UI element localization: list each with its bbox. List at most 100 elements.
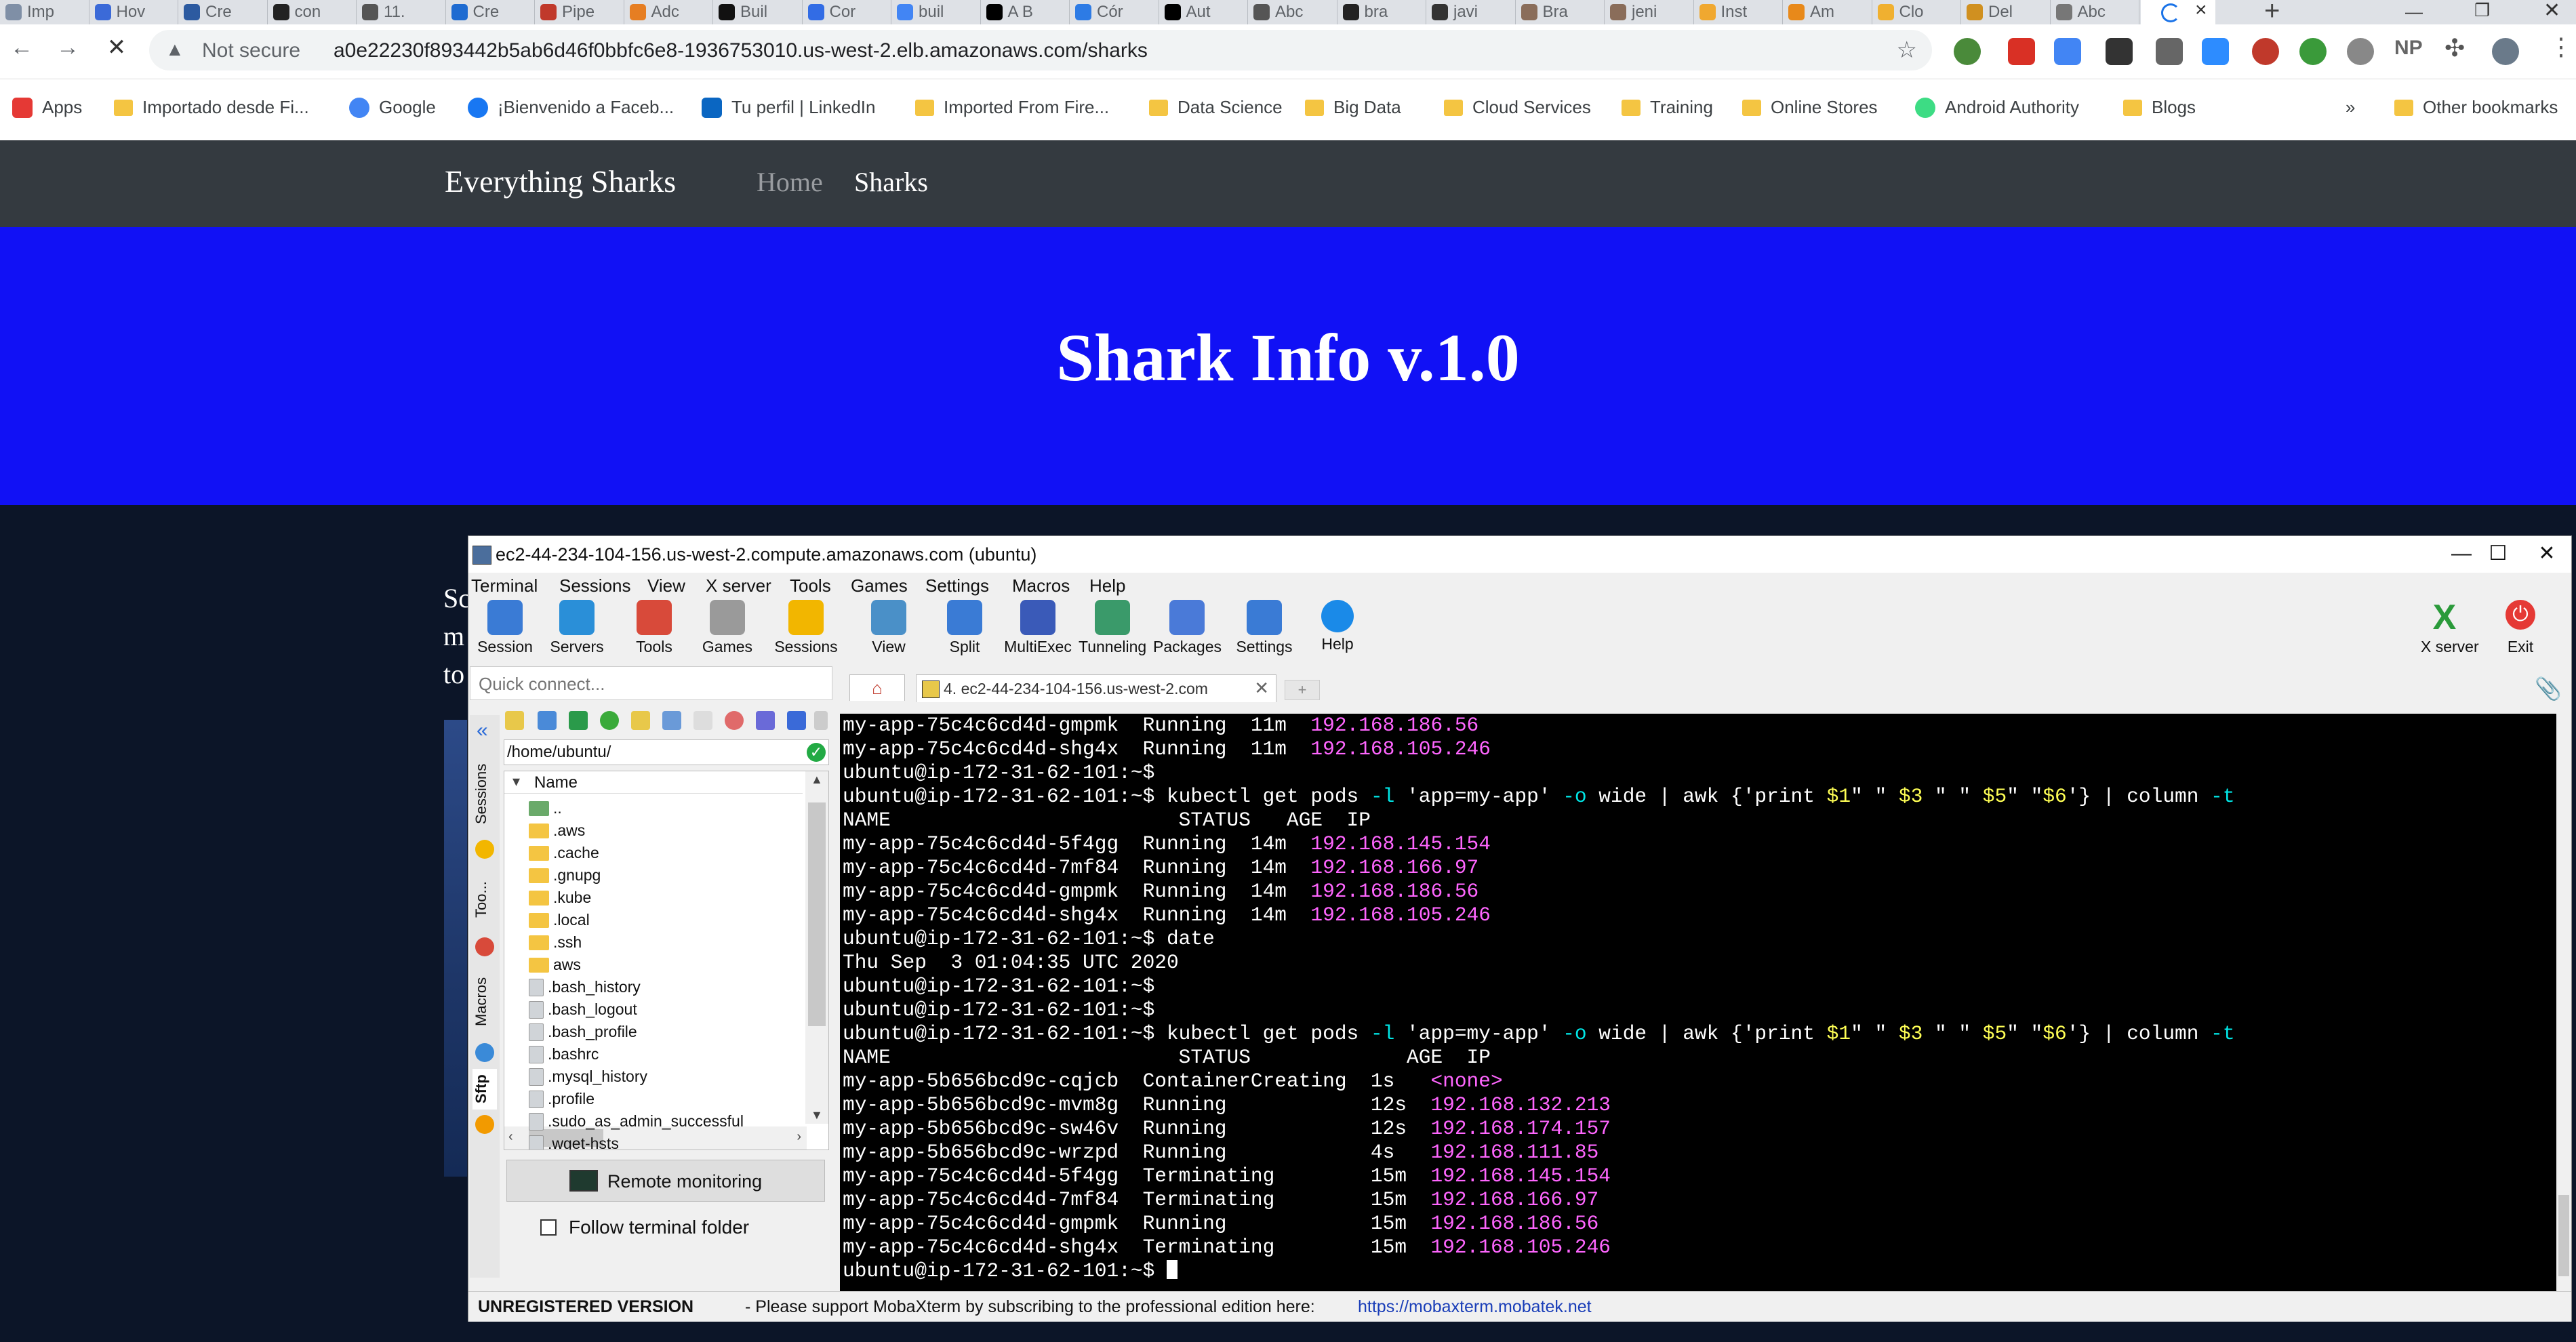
exit-button[interactable]: ⏻ Exit	[2497, 597, 2544, 656]
bookmark-item[interactable]: Importado desde Fi...	[114, 97, 309, 118]
extension-globe-icon[interactable]	[1954, 38, 1981, 65]
bookmark-label[interactable]: Tu perfil | LinkedIn	[731, 97, 875, 118]
profile-avatar-icon[interactable]	[2492, 38, 2519, 65]
bookmark-item[interactable]: Apps	[12, 97, 82, 118]
toolbar-packages-button[interactable]: Packages	[1153, 597, 1222, 656]
file-tree-item[interactable]: .gnupg	[529, 864, 601, 887]
warning-icon[interactable]: ▲	[165, 39, 184, 60]
file-tree-item[interactable]: .bash_logout	[529, 998, 637, 1021]
file-name[interactable]: .bash_history	[548, 978, 641, 996]
file-name[interactable]: .mysql_history	[548, 1068, 647, 1086]
bookmark-item[interactable]: Big Data	[1305, 97, 1401, 118]
minimize-window-icon[interactable]: —	[2405, 1, 2423, 22]
follow-terminal-folder-checkbox[interactable]: Follow terminal folder	[540, 1217, 749, 1238]
bookmark-item[interactable]: Tu perfil | LinkedIn	[702, 97, 875, 118]
session-tab[interactable]: 4. ec2-44-234-104-156.us-west-2.com ✕	[916, 674, 1276, 702]
delete-icon[interactable]	[725, 711, 744, 730]
bookmark-label[interactable]: Blogs	[2152, 97, 2196, 118]
bookmark-label[interactable]: Imported From Fire...	[944, 97, 1109, 118]
checkbox-box[interactable]	[540, 1219, 557, 1236]
browser-tab-active[interactable]: ×	[2141, 0, 2215, 24]
browser-tab[interactable]: Cór	[1070, 0, 1159, 24]
forward-button[interactable]: →	[53, 33, 83, 62]
refresh-icon[interactable]	[600, 711, 619, 730]
zoom-icon[interactable]	[2202, 38, 2229, 65]
file-tree-vscrollbar[interactable]: ▲ ▼	[805, 771, 828, 1124]
browser-tab[interactable]: Cor	[803, 0, 891, 24]
file-tree-item[interactable]: .mysql_history	[529, 1065, 647, 1088]
session-tab-label[interactable]: 4. ec2-44-234-104-156.us-west-2.com	[944, 680, 1242, 698]
bookmark-label[interactable]: Online Stores	[1771, 97, 1878, 118]
moba-menu-tools[interactable]: Tools	[790, 575, 831, 596]
browser-tab[interactable]: javi	[1426, 0, 1516, 24]
bookmark-label[interactable]: Importado desde Fi...	[142, 97, 309, 118]
bookmark-item[interactable]: Android Authority	[1915, 97, 2079, 118]
sftp-path-text[interactable]: /home/ubuntu/	[507, 743, 611, 762]
file-name[interactable]: .gnupg	[553, 866, 601, 884]
collapse-sidebar-icon[interactable]: «	[477, 719, 488, 742]
file-name[interactable]: .ssh	[553, 933, 582, 952]
moba-menu-games[interactable]: Games	[851, 575, 908, 596]
toolbar-sessions-button[interactable]: Sessions	[772, 597, 840, 656]
bookmark-star-icon[interactable]: ☆	[1897, 37, 1917, 64]
bookmark-item[interactable]: Imported From Fire...	[915, 97, 1109, 118]
moba-menu-sessions[interactable]: Sessions	[559, 575, 631, 596]
browser-tab[interactable]: Aut	[1159, 0, 1248, 24]
vtab-sftp[interactable]: Sftp	[472, 1069, 497, 1110]
terminal-scroll-thumb[interactable]	[2558, 1195, 2569, 1276]
stop-loading-button[interactable]: ✕	[102, 33, 132, 62]
vtab-macros[interactable]: Macros	[472, 964, 497, 1039]
moba-minimize-icon[interactable]: —	[2441, 540, 2482, 567]
toolbar-games-button[interactable]: Games	[693, 597, 761, 656]
moba-close-icon[interactable]: ✕	[2527, 540, 2567, 567]
extensions-puzzle-icon[interactable]: ✣	[2444, 34, 2465, 62]
extension-green-icon[interactable]	[2299, 38, 2327, 65]
browser-tab[interactable]: Imp	[0, 0, 89, 24]
bookmark-item[interactable]: Google	[349, 97, 436, 118]
mobatek-link[interactable]: https://mobaxterm.mobatek.net	[1358, 1297, 1592, 1317]
path-ok-icon[interactable]: ✓	[807, 743, 826, 762]
extension-gray-icon[interactable]	[2156, 38, 2183, 65]
bookmark-label[interactable]: Cloud Services	[1472, 97, 1591, 118]
browser-tab[interactable]: Clo	[1872, 0, 1961, 24]
extension-shield-icon[interactable]	[2106, 38, 2133, 65]
follow-terminal-folder-label[interactable]: Follow terminal folder	[569, 1217, 749, 1238]
browser-tab[interactable]: Hov	[89, 0, 178, 24]
toolbar-help-button[interactable]: Help	[1304, 597, 1371, 653]
bookmark-label[interactable]: Big Data	[1333, 97, 1401, 118]
address-bar[interactable]: ▲ Not secure a0e22230f893442b5ab6d46f0bb…	[149, 30, 1932, 70]
extension-red-icon[interactable]	[2008, 38, 2035, 65]
file-tree-item[interactable]: .cache	[529, 842, 599, 864]
browser-tab[interactable]: Bra	[1516, 0, 1605, 24]
extension-circle-icon[interactable]	[2252, 38, 2279, 65]
more-bookmarks-icon[interactable]: »	[2346, 97, 2355, 118]
file-name[interactable]: ..	[553, 799, 562, 817]
file-tree-vscroll-thumb[interactable]	[808, 802, 826, 1026]
rename-icon[interactable]	[756, 711, 775, 730]
file-name[interactable]: .kube	[553, 889, 591, 907]
sftp-more-icon[interactable]	[814, 711, 828, 730]
bookmark-label[interactable]: Apps	[42, 97, 82, 118]
file-name[interactable]: .cache	[553, 844, 599, 862]
browser-tab[interactable]: buil	[891, 0, 981, 24]
quick-connect-input[interactable]	[477, 671, 819, 697]
file-tree-item[interactable]: .aws	[529, 819, 585, 842]
moba-maximize-icon[interactable]: ☐	[2478, 540, 2518, 567]
file-name[interactable]: .wget-hsts	[548, 1135, 619, 1150]
back-button[interactable]: ←	[7, 33, 37, 62]
browser-tab[interactable]: Adc	[624, 0, 713, 24]
other-bookmarks-label[interactable]: Other bookmarks	[2423, 97, 2558, 118]
close-window-icon[interactable]: ✕	[2543, 0, 2560, 22]
bookmark-item[interactable]: ¡Bienvenido a Faceb...	[468, 97, 674, 118]
browser-tab[interactable]: Buil	[713, 0, 803, 24]
bookmark-label[interactable]: Data Science	[1178, 97, 1283, 118]
browser-tab[interactable]: Pipe	[535, 0, 624, 24]
file-tree-item[interactable]: .bash_history	[529, 976, 641, 998]
browser-tab[interactable]: Del	[1961, 0, 2051, 24]
file-name[interactable]: .aws	[553, 821, 585, 840]
close-tab-icon[interactable]: ×	[2195, 0, 2207, 22]
file-name[interactable]: .local	[553, 911, 590, 929]
terminal-scrollbar[interactable]	[2556, 714, 2571, 1291]
nav-link-home[interactable]: Home	[757, 166, 823, 198]
file-tree-item[interactable]: ..	[529, 797, 562, 819]
